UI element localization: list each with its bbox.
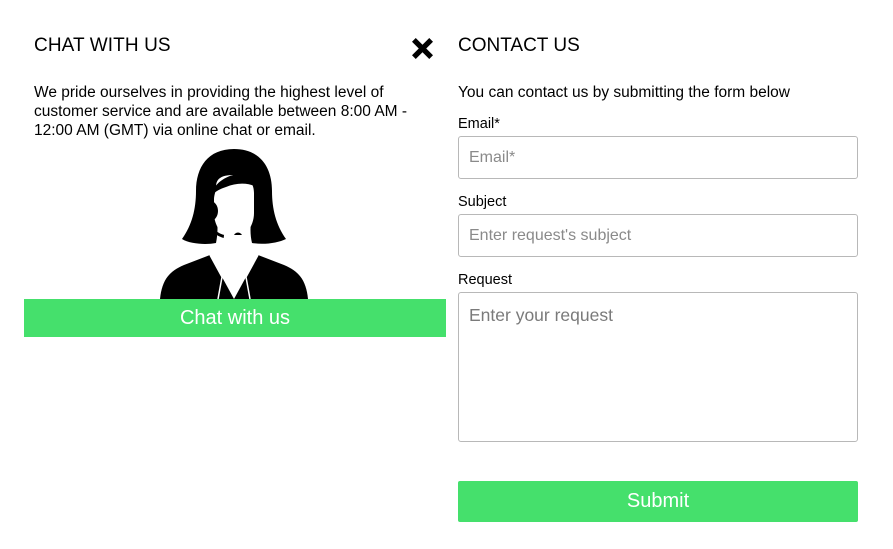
chat-description: We pride ourselves in providing the high… (34, 84, 408, 139)
chat-panel: CHAT WITH US We pride ourselves in provi… (24, 0, 446, 549)
email-field[interactable] (458, 136, 858, 179)
subject-field[interactable] (458, 214, 858, 257)
support-agent-headset-icon (160, 149, 308, 299)
chat-with-us-button[interactable]: Chat with us (24, 299, 446, 337)
contact-modal: CHAT WITH US We pride ourselves in provi… (0, 0, 893, 549)
close-icon[interactable] (411, 37, 434, 60)
subject-label: Subject (458, 194, 507, 210)
contact-title: CONTACT US (458, 35, 580, 56)
request-textarea[interactable] (458, 292, 858, 442)
contact-description: You can contact us by submitting the for… (458, 84, 791, 101)
email-label: Email* (458, 116, 500, 132)
chat-title: CHAT WITH US (34, 35, 171, 56)
contact-panel: CONTACT US You can contact us by submitt… (458, 0, 858, 549)
submit-button[interactable]: Submit (458, 481, 858, 522)
request-label: Request (458, 272, 513, 288)
